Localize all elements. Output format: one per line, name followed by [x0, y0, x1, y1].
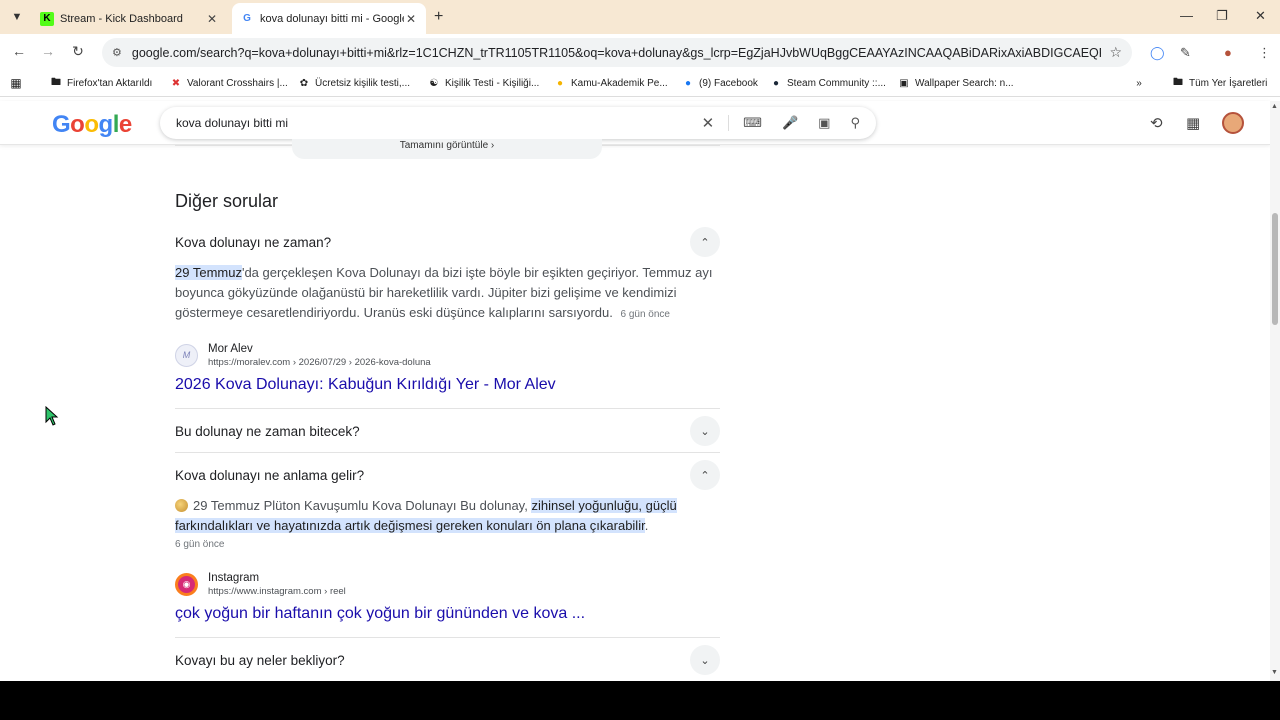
scroll-up-icon[interactable]: ▲: [1271, 103, 1278, 110]
reload-icon[interactable]: ↻: [68, 43, 88, 60]
new-tab-icon[interactable]: +: [434, 8, 443, 26]
source-url: https://moralev.com › 2026/07/29 › 2026-…: [208, 356, 431, 368]
site-info-icon[interactable]: ⚙: [112, 46, 122, 59]
google-logo[interactable]: Google: [52, 111, 132, 139]
search-icon[interactable]: ⚲: [850, 115, 860, 131]
source-name: Mor Alev: [208, 342, 253, 355]
source-url: https://www.instagram.com › reel: [208, 585, 346, 597]
extension-icon[interactable]: ◯: [1150, 45, 1165, 61]
tab-google-search[interactable]: G kova dolunayı bitti mi - Google ✕: [232, 3, 426, 34]
google-header: Google kova dolunayı bitti mi ✕ ⌨ 🎤 ▣ ⚲ …: [0, 101, 1270, 145]
keyboard-icon[interactable]: ⌨: [728, 115, 762, 131]
moralev-favicon-icon: M: [175, 343, 198, 367]
instagram-icon: ◉: [175, 572, 198, 596]
answer-text: 29 Temmuz'da gerçekleşen Kova Dolunayı d…: [175, 265, 713, 320]
restore-icon[interactable]: ❐: [1216, 8, 1228, 24]
steam-icon: ●: [772, 77, 780, 89]
site-icon: ✿: [299, 77, 309, 89]
tab-title: kova dolunayı bitti mi - Google: [260, 12, 404, 25]
valorant-icon: ✖: [171, 77, 181, 89]
extensions-puzzle-icon[interactable]: ✎: [1180, 45, 1191, 61]
search-box[interactable]: kova dolunayı bitti mi ✕ ⌨ 🎤 ▣ ⚲: [160, 107, 876, 139]
bookmark-item[interactable]: 🖿 Firefox'tan Aktarıldı: [50, 77, 152, 89]
kick-icon: K: [40, 11, 54, 26]
browser-toolbar: ← → ↻ ⚙ google.com/search?q=kova+dolunay…: [0, 34, 1280, 71]
bookmark-item[interactable]: ▣ Wallpaper Search: n...: [898, 77, 1013, 89]
window-close-icon[interactable]: ✕: [1255, 8, 1266, 24]
close-tab-icon[interactable]: ✕: [404, 12, 418, 26]
url-text[interactable]: google.com/search?q=kova+dolunayı+bitti+…: [132, 46, 1102, 60]
page-scrollbar[interactable]: ▲ ▼: [1270, 101, 1280, 681]
close-tab-icon[interactable]: ✕: [205, 12, 219, 26]
tab-kick-dashboard[interactable]: K Stream - Kick Dashboard ✕: [32, 3, 227, 34]
question-row[interactable]: Kovayı bu ay neler bekliyor? ⌄: [175, 638, 720, 681]
google-icon: G: [243, 13, 251, 24]
browser-window: ▼ K Stream - Kick Dashboard ✕ G kova dol…: [0, 0, 1280, 681]
tab-search-menu-icon[interactable]: ▼: [8, 8, 26, 26]
source-row[interactable]: M Mor Alev https://moralev.com › 2026/07…: [175, 340, 720, 370]
address-bar[interactable]: ⚙ google.com/search?q=kova+dolunayı+bitt…: [102, 38, 1132, 67]
all-bookmarks[interactable]: 🖿 Tüm Yer İşaretleri: [1172, 77, 1267, 89]
question-row[interactable]: Kova dolunayı ne anlama gelir? ⌃: [175, 453, 720, 497]
facebook-icon: ●: [684, 77, 692, 89]
question-row[interactable]: Kova dolunayı ne zaman? ⌃: [175, 220, 720, 264]
lens-icon[interactable]: ▣: [818, 115, 830, 131]
source-row[interactable]: ◉ Instagram https://www.instagram.com › …: [175, 569, 720, 599]
chevron-up-icon[interactable]: ⌃: [690, 227, 720, 257]
chevron-down-icon[interactable]: ⌄: [690, 645, 720, 675]
show-more-button[interactable]: Tamamını görüntüle ›: [292, 139, 602, 159]
question-text: Kova dolunayı ne anlama gelir?: [175, 467, 365, 483]
back-icon[interactable]: ←: [9, 43, 29, 59]
menu-kebab-icon[interactable]: ⋮: [1258, 45, 1271, 61]
mouse-cursor-icon: [45, 406, 59, 426]
question-text: Kova dolunayı ne zaman?: [175, 234, 332, 250]
forward-icon[interactable]: →: [38, 43, 58, 59]
answer-text: 29 Temmuz Plüton Kavuşumlu Kova Dolunayı…: [175, 498, 677, 533]
minimize-icon[interactable]: —: [1180, 8, 1193, 23]
timestamp: 6 gün önce: [175, 539, 225, 550]
bookmark-star-icon[interactable]: ☆: [1109, 44, 1122, 61]
clear-icon[interactable]: ✕: [702, 114, 715, 132]
folder-icon: 🖿: [51, 76, 61, 88]
tab-strip: ▼ K Stream - Kick Dashboard ✕ G kova dol…: [0, 0, 1280, 34]
microphone-icon[interactable]: 🎤: [782, 115, 798, 131]
result-link[interactable]: çok yoğun bir haftanın çok yoğun bir gün…: [175, 605, 585, 623]
share-icon[interactable]: ⟲: [1150, 114, 1163, 132]
question-row[interactable]: Bu dolunay ne zaman bitecek? ⌄: [175, 409, 720, 453]
chevron-down-icon[interactable]: ⌄: [690, 416, 720, 446]
apps-icon[interactable]: ▦: [10, 76, 27, 90]
bookmarks-bar: ▦ 🖿 Firefox'tan Aktarıldı ✖ Valorant Cross…: [0, 71, 1280, 97]
moon-emoji-icon: [175, 499, 188, 512]
question-text: Kovayı bu ay neler bekliyor?: [175, 652, 345, 668]
bookmark-item[interactable]: ● (9) Facebook: [682, 77, 758, 89]
scroll-thumb[interactable]: [1272, 213, 1278, 325]
section-title: Diğer sorular: [175, 191, 279, 211]
tab-title: Stream - Kick Dashboard: [60, 12, 183, 25]
result-link[interactable]: 2026 Kova Dolunayı: Kabuğun Kırıldığı Ye…: [175, 376, 556, 394]
question-text: Bu dolunay ne zaman bitecek?: [175, 423, 360, 439]
bookmark-item[interactable]: ✖ Valorant Crosshairs |...: [170, 77, 288, 89]
search-input[interactable]: kova dolunayı bitti mi: [176, 116, 682, 130]
source-name: Instagram: [208, 571, 260, 584]
site-icon: ●: [556, 77, 564, 89]
apps-grid-icon[interactable]: ▦: [1186, 114, 1200, 132]
scroll-down-icon[interactable]: ▼: [1271, 669, 1278, 676]
site-icon: ☯: [429, 77, 439, 89]
bookmark-item[interactable]: ● Kamu-Akademik Pe...: [554, 77, 668, 89]
more-bookmarks-icon[interactable]: »: [1133, 77, 1150, 89]
bookmark-item[interactable]: ☯ Kişilik Testi - Kişiliği...: [428, 77, 540, 89]
profile-icon[interactable]: ●: [1224, 45, 1232, 60]
chevron-up-icon[interactable]: ⌃: [690, 460, 720, 490]
avatar[interactable]: [1222, 112, 1244, 134]
site-icon: ▣: [899, 77, 909, 89]
folder-icon: 🖿: [1173, 76, 1183, 88]
bookmark-item[interactable]: ● Steam Community ::...: [770, 77, 886, 89]
bookmark-item[interactable]: ✿ Ücretsiz kişilik testi,...: [298, 77, 410, 89]
